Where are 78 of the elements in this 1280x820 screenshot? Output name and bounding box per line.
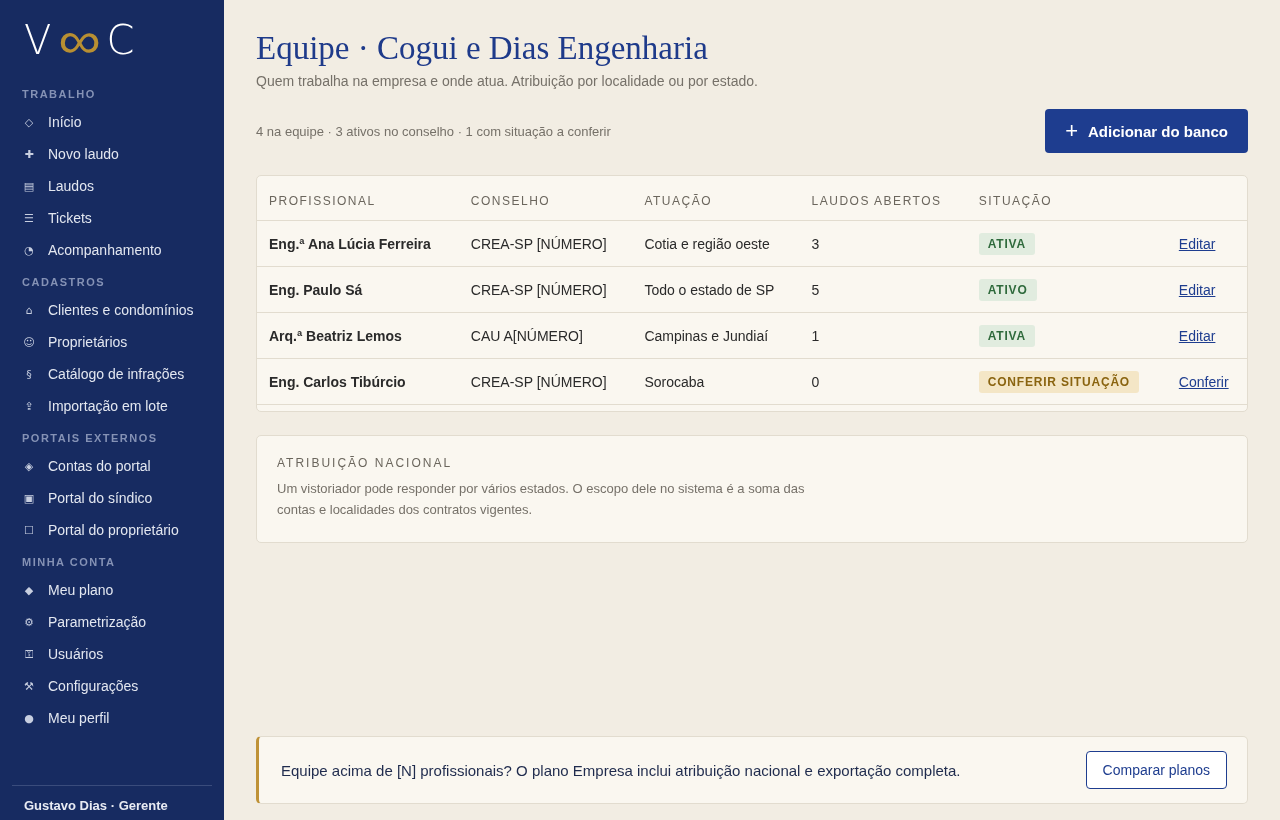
nav-icon: ◇ — [22, 115, 36, 129]
plus-icon: + — [1065, 120, 1078, 142]
table-cell: 0 — [799, 358, 967, 405]
row-action-link[interactable]: Editar — [1178, 327, 1216, 344]
table-cell: Cotia e região oeste — [632, 220, 800, 267]
column-header: CONSELHO — [458, 176, 633, 221]
table-cell: Eng. Carlos Tibúrcio — [257, 358, 459, 405]
table-cell: CAU A[NÚMERO] — [458, 312, 633, 359]
nav-item[interactable]: ◇ Início — [0, 106, 82, 138]
add-button[interactable]: + Adicionar do banco — [1045, 109, 1248, 153]
nav-item[interactable]: ⚙ Parametrização — [0, 606, 147, 638]
compare-plans-button[interactable]: Comparar planos — [1085, 751, 1227, 789]
table-cell: Eng.ª Ana Lúcia Ferreira — [257, 220, 459, 267]
nav-icon: ⌂ — [22, 303, 36, 317]
row-action-link[interactable]: Conferir — [1178, 373, 1229, 390]
nav-item[interactable]: ✚ Novo laudo — [0, 138, 119, 170]
nav-icon: ◆ — [22, 583, 36, 597]
nav-item[interactable]: ◆ Meu plano — [0, 574, 114, 606]
column-header: SITUAÇÃO — [966, 176, 1167, 221]
nav-icon: ◔ — [22, 243, 36, 257]
nav-item[interactable]: § Catálogo de infrações — [0, 358, 185, 390]
nav-icon: ◈ — [22, 459, 36, 473]
table-cell: Arq.ª Beatriz Lemos — [257, 312, 459, 359]
nav-icon: ☐ — [22, 523, 36, 537]
page-subtitle: Quem trabalha na empresa e onde atua. Atribuição por localidade ou por estado. — [256, 73, 758, 89]
nav-icon: ⇪ — [22, 399, 36, 413]
row-action-link[interactable]: Editar — [1178, 235, 1216, 252]
info-text: Um vistoriador pode responder por vários estados. O escopo dele no sistema é a soma das contas e localidades dos contratos vigentes. — [277, 480, 806, 519]
column-header: PROFISSIONAL — [257, 176, 459, 221]
nav-icon: ⚿ — [22, 647, 36, 661]
nav-icon: ⚒ — [22, 679, 36, 693]
column-header: LAUDOS ABERTOS — [799, 176, 967, 221]
nav-icon: ● — [22, 711, 36, 725]
nav-item[interactable]: ☐ Portal do proprietário — [0, 514, 179, 546]
nav-item[interactable]: ▤ Laudos — [0, 170, 94, 202]
nav-item[interactable]: ⇪ Importação em lote — [0, 390, 168, 422]
nav-icon: ▣ — [22, 491, 36, 505]
nav-icon: § — [22, 367, 36, 381]
table-cell: 1 — [799, 312, 967, 359]
logo: V∞C — [24, 20, 137, 60]
section-heading: MINHA CONTA — [22, 556, 116, 568]
nav-item[interactable]: ▣ Portal do síndico — [0, 482, 153, 514]
status-badge: ATIVO — [978, 278, 1037, 301]
nav-item[interactable]: ◈ Contas do portal — [0, 450, 151, 482]
section-heading: TRABALHO — [22, 88, 96, 100]
nav-item[interactable]: ⌂ Clientes e condomínios — [0, 294, 194, 326]
nav-item[interactable]: ⚒ Configurações — [0, 670, 139, 702]
nav-icon: ▤ — [22, 179, 36, 193]
nav-item[interactable]: ● Meu perfil — [0, 702, 110, 734]
info-title: ATRIBUIÇÃO NACIONAL — [277, 456, 454, 470]
nav-icon: ☰ — [22, 211, 36, 225]
table-cell: 3 — [799, 220, 967, 267]
row-action-link[interactable]: Editar — [1178, 281, 1216, 298]
column-header: ATUAÇÃO — [632, 176, 800, 221]
nav-icon: ⚙ — [22, 615, 36, 629]
nav-item[interactable]: ☺ Proprietários — [0, 326, 128, 358]
table-cell: CREA-SP [NÚMERO] — [458, 358, 633, 405]
section-heading: PORTAIS EXTERNOS — [22, 432, 158, 444]
nav-icon: ☺ — [22, 335, 36, 349]
nav-item[interactable]: ⚿ Usuários — [0, 638, 104, 670]
team-summary: 4 na equipe · 3 ativos no conselho · 1 com situação a conferir — [256, 123, 611, 139]
nav-item[interactable]: ☰ Tickets — [0, 202, 92, 234]
table-cell: CREA-SP [NÚMERO] — [458, 266, 633, 313]
status-badge: ATIVA — [978, 324, 1035, 347]
table-cell: 5 — [799, 266, 967, 313]
status-badge: CONFERIR SITUAÇÃO — [978, 370, 1139, 393]
user-name: Gustavo Dias · Gerente — [24, 798, 168, 815]
table-cell: CREA-SP [NÚMERO] — [458, 220, 633, 267]
table-cell: Campinas e Jundiaí — [632, 312, 800, 359]
page-title: Equipe · Cogui e Dias Engenharia — [256, 30, 708, 67]
nav-icon: ✚ — [22, 147, 36, 161]
section-heading: CADASTROS — [22, 276, 106, 288]
table-cell: Todo o estado de SP — [632, 266, 800, 313]
banner-text: Equipe acima de [N] profissionais? O plano Empresa inclui atribuição nacional e exportação completa. — [281, 761, 961, 779]
table-cell: Sorocaba — [632, 358, 800, 405]
nav-item[interactable]: ◔ Acompanhamento — [0, 234, 162, 266]
table-cell: Eng. Paulo Sá — [257, 266, 459, 313]
status-badge: ATIVA — [978, 232, 1035, 255]
